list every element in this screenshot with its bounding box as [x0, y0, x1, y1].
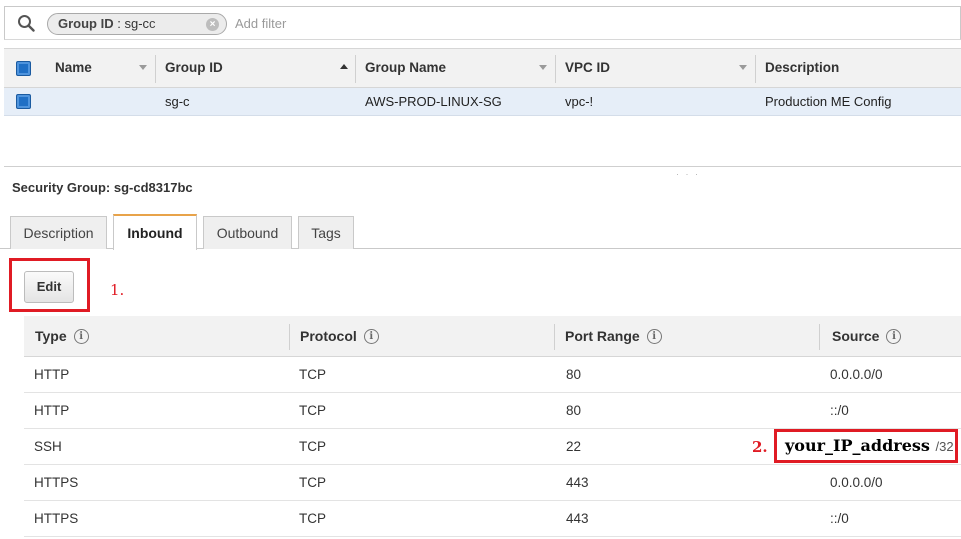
cell-source: 0.0.0.0/0 — [830, 475, 883, 490]
cell-type: HTTPS — [34, 475, 79, 490]
annotation-step-2: 2. — [752, 438, 768, 456]
cell-protocol: TCP — [299, 475, 326, 490]
cell-protocol: TCP — [299, 511, 326, 526]
cell-protocol: TCP — [299, 439, 326, 454]
table-row: HTTPS TCP 443 ::/0 — [24, 501, 961, 537]
cell-source: 0.0.0.0/0 — [830, 367, 883, 382]
annotation-highlight-box: your_IP_address /32 — [774, 429, 958, 463]
cell-type: HTTPS — [34, 511, 79, 526]
column-divider[interactable] — [355, 55, 356, 83]
table-row: HTTP TCP 80 ::/0 — [24, 393, 961, 429]
cell-port-range: 80 — [566, 403, 582, 418]
filter-chip-group-id[interactable]: Group ID : sg-cc × — [47, 13, 227, 35]
search-icon[interactable] — [17, 14, 35, 32]
tab-outbound[interactable]: Outbound — [203, 216, 292, 249]
annotation-highlight-box — [9, 258, 90, 312]
inbound-rules-table: Type i Protocol i Port Range i Source i HTTP… — [24, 316, 961, 537]
column-divider[interactable] — [554, 324, 555, 350]
cell-type: SSH — [34, 439, 62, 454]
cell-type: HTTP — [34, 367, 70, 382]
table-row: HTTPS TCP 443 0.0.0.0/0 — [24, 465, 961, 501]
cell-protocol: TCP — [299, 403, 326, 418]
column-header-source-label: Source — [832, 328, 880, 344]
add-filter-input[interactable]: Add filter — [235, 16, 286, 31]
cell-source: ::/0 — [830, 403, 849, 418]
annotation-step-1: 1. — [110, 281, 125, 299]
cell-port-range: 22 — [566, 439, 582, 454]
column-divider[interactable] — [819, 324, 820, 350]
column-header-group-id[interactable]: Group ID — [165, 49, 223, 87]
cell-port-range: 443 — [566, 475, 589, 490]
column-header-name[interactable]: Name — [55, 49, 92, 87]
cell-vpc-id: vpc-! — [565, 94, 594, 109]
column-header-description[interactable]: Description — [765, 49, 839, 87]
column-header-vpc-id[interactable]: VPC ID — [565, 49, 610, 87]
table-row: HTTP TCP 80 0.0.0.0/0 — [24, 357, 961, 393]
panel-resize-divider[interactable] — [4, 166, 961, 167]
chevron-down-icon[interactable] — [539, 65, 547, 70]
column-header-group-name[interactable]: Group Name — [365, 49, 446, 87]
select-all-checkbox[interactable] — [16, 61, 31, 76]
detail-tabs: Description Inbound Outbound Tags — [0, 214, 961, 250]
column-divider[interactable] — [555, 55, 556, 83]
sort-ascending-icon[interactable] — [340, 64, 348, 69]
tab-tags[interactable]: Tags — [298, 216, 354, 249]
close-icon[interactable]: × — [206, 18, 219, 31]
tab-description[interactable]: Description — [10, 216, 107, 249]
column-header-type: Type i — [35, 316, 89, 356]
column-divider[interactable] — [755, 55, 756, 83]
rules-header: Type i Protocol i Port Range i Source i — [24, 316, 961, 357]
column-header-protocol-label: Protocol — [300, 328, 357, 344]
source-cidr-suffix: /32 — [935, 439, 954, 454]
cell-group-id: sg-c — [165, 94, 190, 109]
filter-bar: Group ID : sg-cc × Add filter — [4, 6, 961, 40]
column-header-port-range-label: Port Range — [565, 328, 640, 344]
column-header-type-label: Type — [35, 328, 67, 344]
cell-protocol: TCP — [299, 367, 326, 382]
cell-port-range: 443 — [566, 511, 589, 526]
column-divider[interactable] — [155, 55, 156, 83]
source-ip-placeholder: your_IP_address /32 — [785, 436, 954, 457]
cell-description: Production ME Config — [765, 94, 892, 109]
cell-type: HTTP — [34, 403, 70, 418]
table-row[interactable]: sg-c AWS-PROD-LINUX-SG vpc-! Production … — [4, 88, 961, 116]
resize-grip-icon[interactable]: · · · — [676, 169, 700, 179]
chevron-down-icon[interactable] — [139, 65, 147, 70]
table-header: Name Group ID Group Name VPC ID Descript… — [4, 48, 961, 88]
filter-chip-fade — [148, 14, 208, 34]
security-groups-table: Name Group ID Group Name VPC ID Descript… — [4, 48, 961, 116]
column-header-port-range: Port Range i — [565, 316, 662, 356]
cell-source: ::/0 — [830, 511, 849, 526]
source-ip-text: your_IP_address — [785, 436, 930, 455]
info-icon[interactable]: i — [646, 328, 662, 344]
filter-chip-key: Group ID — [58, 16, 114, 31]
cell-port-range: 80 — [566, 367, 582, 382]
row-checkbox[interactable] — [16, 94, 31, 109]
detail-title: Security Group: sg-cd8317bc — [12, 180, 193, 195]
column-header-source: Source i — [832, 316, 902, 356]
cell-group-name: AWS-PROD-LINUX-SG — [365, 94, 502, 109]
column-header-protocol: Protocol i — [300, 316, 379, 356]
column-divider[interactable] — [289, 324, 290, 350]
info-icon[interactable]: i — [886, 328, 902, 344]
tab-inbound[interactable]: Inbound — [113, 214, 197, 250]
info-icon[interactable]: i — [363, 328, 379, 344]
chevron-down-icon[interactable] — [739, 65, 747, 70]
info-icon[interactable]: i — [73, 328, 89, 344]
